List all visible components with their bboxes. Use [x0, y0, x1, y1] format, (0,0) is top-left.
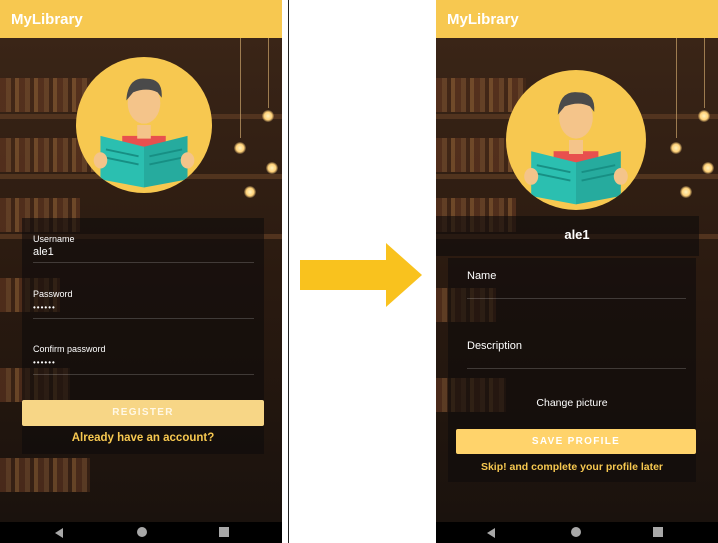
lamp-bulb	[698, 110, 710, 122]
lamp-bulb	[702, 162, 714, 174]
already-have-account-link[interactable]: Already have an account?	[22, 432, 264, 444]
recent-square-icon[interactable]	[653, 527, 663, 537]
person-reading-illustration	[524, 92, 628, 205]
app-bar: MyLibrary	[0, 0, 282, 38]
back-triangle-icon[interactable]	[487, 528, 495, 538]
register-button[interactable]: REGISTER	[22, 400, 264, 426]
password-label: Password	[33, 289, 73, 299]
lamp-cord	[268, 38, 269, 108]
lamp-cord	[704, 38, 705, 108]
app-bar: MyLibrary	[436, 0, 718, 38]
home-circle-icon[interactable]	[137, 527, 147, 537]
profile-username: ale1	[564, 227, 590, 242]
change-picture-button[interactable]: Change picture	[448, 397, 696, 409]
skip-profile-link[interactable]: Skip! and complete your profile later	[448, 461, 696, 473]
home-circle-icon[interactable]	[571, 527, 581, 537]
name-underline	[467, 298, 686, 299]
confirm-password-label: Confirm password	[33, 344, 106, 354]
app-title: MyLibrary	[11, 11, 83, 28]
confirm-password-input[interactable]: ••••••	[33, 358, 56, 367]
lamp-cord	[240, 38, 241, 138]
lamp-bulb	[266, 162, 278, 174]
system-nav-bar	[436, 522, 718, 543]
name-field[interactable]: Name	[467, 270, 496, 282]
lamp-bulb	[670, 142, 682, 154]
register-screen: MyLibrary Username ale1 Password •••••• …	[0, 0, 282, 543]
system-nav-bar	[0, 522, 282, 543]
lamp-bulb	[244, 186, 256, 198]
confirm-password-underline	[33, 374, 254, 375]
divider-line	[288, 0, 289, 543]
app-title: MyLibrary	[447, 11, 519, 28]
profile-screen: MyLibrary ale1 Name Description Change p…	[436, 0, 718, 543]
username-label: Username	[33, 234, 75, 244]
lamp-bulb	[262, 110, 274, 122]
username-input[interactable]: ale1	[33, 246, 54, 258]
description-field[interactable]: Description	[467, 340, 522, 352]
bookshelf-row	[0, 78, 90, 112]
lamp-cord	[676, 38, 677, 138]
right-arrow-icon	[300, 243, 422, 307]
username-underline	[33, 262, 254, 263]
avatar-person-reading-icon	[76, 57, 212, 193]
description-underline	[467, 368, 686, 369]
save-profile-button[interactable]: SAVE PROFILE	[456, 429, 696, 454]
lamp-bulb	[234, 142, 246, 154]
password-underline	[33, 318, 254, 319]
password-input[interactable]: ••••••	[33, 303, 56, 312]
person-reading-illustration	[93, 78, 195, 188]
recent-square-icon[interactable]	[219, 527, 229, 537]
avatar-person-reading-icon[interactable]	[506, 70, 646, 210]
lamp-bulb	[680, 186, 692, 198]
bookshelf-row	[436, 78, 526, 112]
bookshelf-row	[0, 458, 90, 492]
back-triangle-icon[interactable]	[55, 528, 63, 538]
